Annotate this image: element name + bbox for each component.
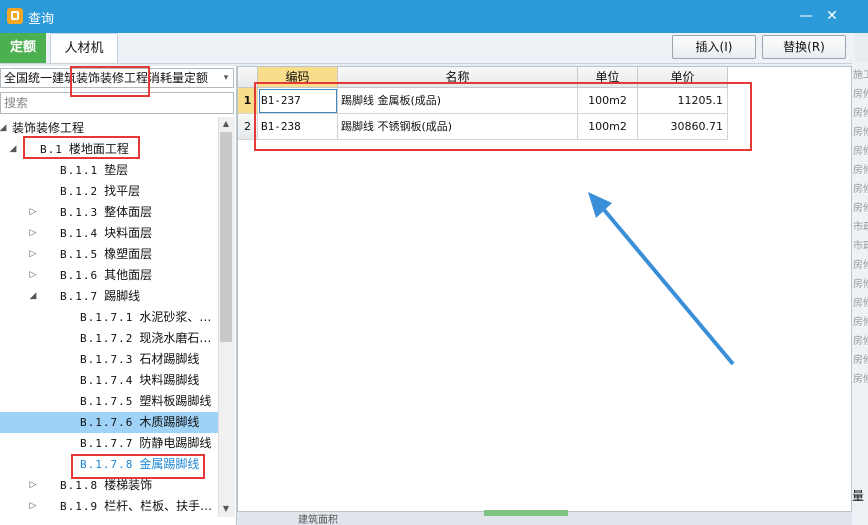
arrow-shaft	[598, 203, 735, 366]
annotation-arrow	[588, 192, 735, 366]
